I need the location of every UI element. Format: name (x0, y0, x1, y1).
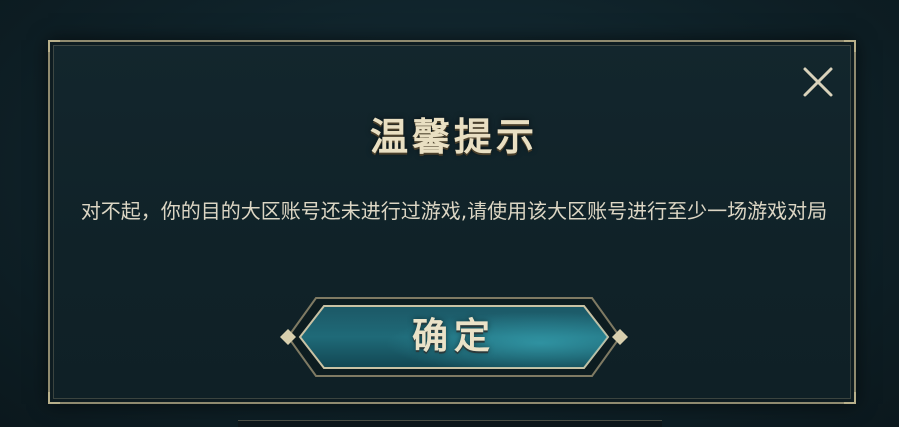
game-screen: 温馨提示 对不起，你的目的大区账号还未进行过游戏,请使用该大区账号进行至少一场游… (0, 0, 899, 427)
dialog-message: 对不起，你的目的大区账号还未进行过游戏,请使用该大区账号进行至少一场游戏对局 (80, 199, 828, 223)
bottom-panel-edge (238, 420, 662, 427)
close-icon (803, 67, 833, 97)
notice-dialog: 温馨提示 对不起，你的目的大区账号还未进行过游戏,请使用该大区账号进行至少一场游… (48, 40, 856, 404)
corner-ornament (844, 392, 856, 404)
corner-ornament (844, 40, 856, 52)
close-button[interactable] (800, 64, 836, 100)
confirm-button[interactable]: 确定 (278, 294, 630, 380)
dialog-title: 温馨提示 (369, 115, 538, 159)
corner-ornament (48, 392, 60, 404)
corner-ornament (48, 40, 60, 52)
confirm-button-label: 确定 (411, 316, 496, 357)
